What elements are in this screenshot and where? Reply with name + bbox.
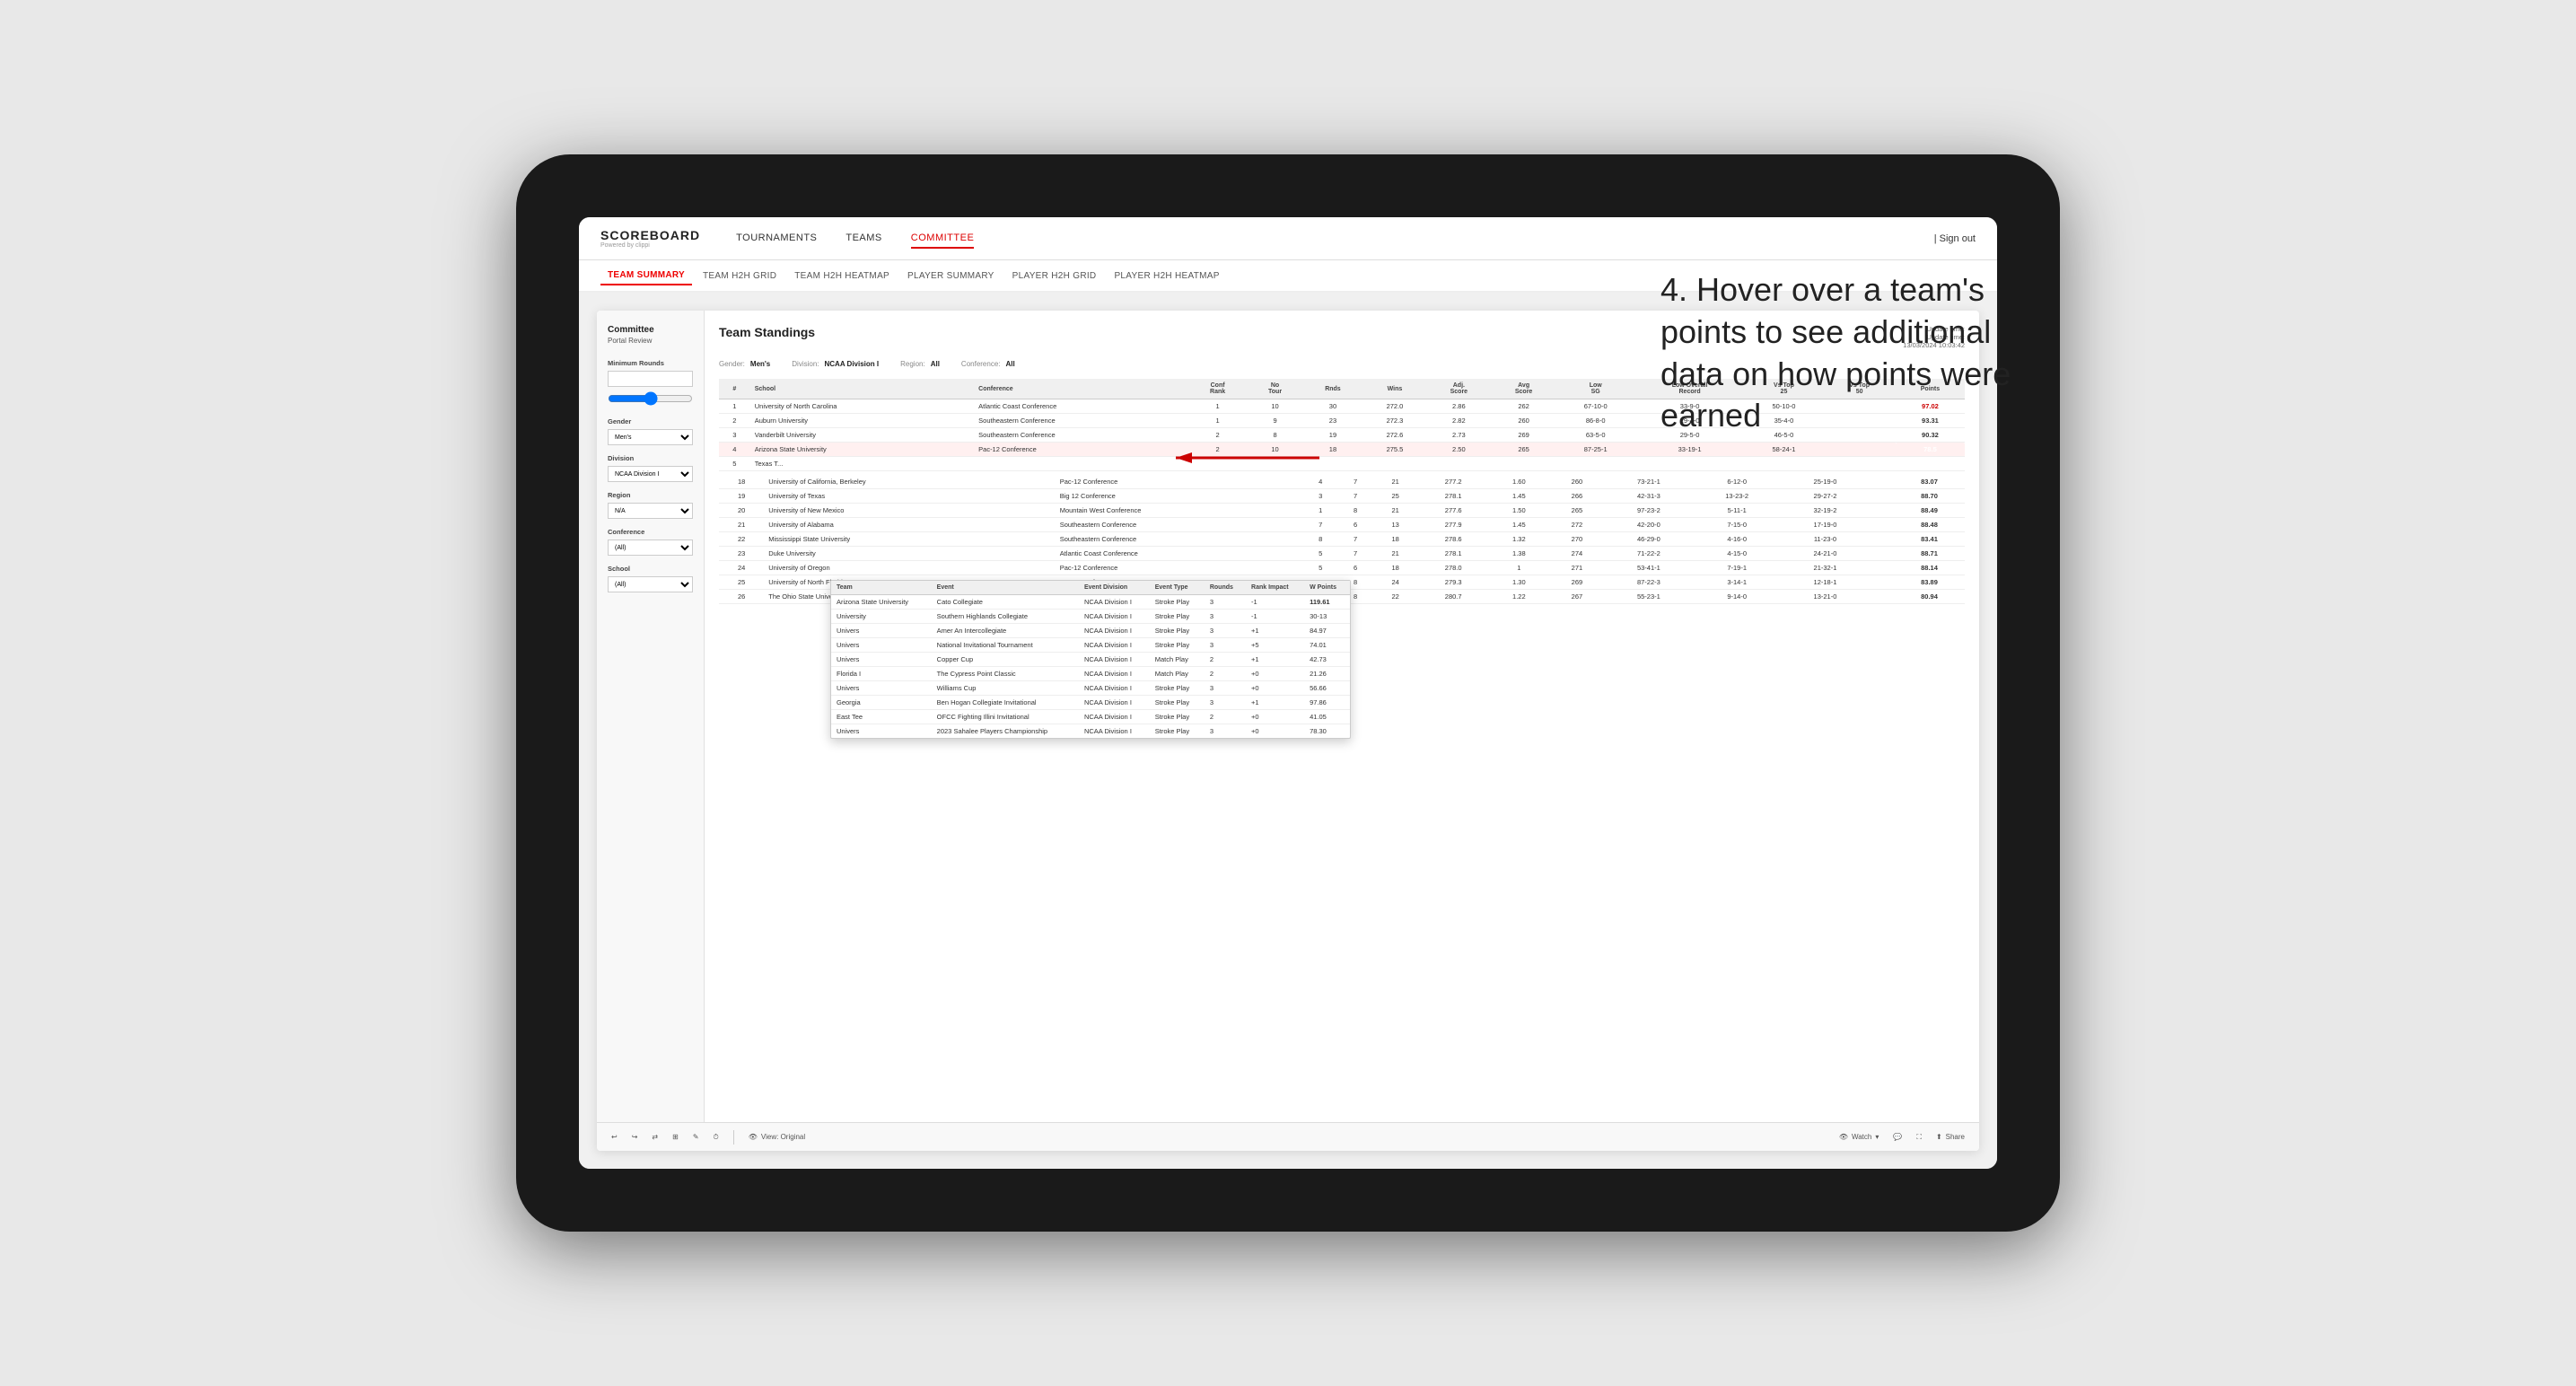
filter-label-gender: Gender xyxy=(608,417,693,425)
table-row: 23 Duke University Atlantic Coast Confer… xyxy=(719,547,1965,561)
report-title: Team Standings xyxy=(719,325,815,339)
points-popup: Team Event Event Division Event Type Rou… xyxy=(830,580,1351,739)
table-row: 20 University of New Mexico Mountain Wes… xyxy=(719,504,1965,518)
subnav-team-h2h-heatmap[interactable]: TEAM H2H HEATMAP xyxy=(787,268,897,285)
sign-out-button[interactable]: | Sign out xyxy=(1934,233,1976,244)
col-no-tour: NoTour xyxy=(1248,379,1302,399)
popup-row: Univers Williams Cup NCAA Division I Str… xyxy=(831,681,1350,696)
col-low-sg: LowSG xyxy=(1556,379,1635,399)
filter-select-gender[interactable]: Men's xyxy=(608,429,693,445)
popup-col-rank-impact: Rank Impact xyxy=(1246,581,1304,595)
nav-teams[interactable]: TEAMS xyxy=(846,229,881,249)
filter-select-conference[interactable]: (All) xyxy=(608,539,693,556)
col-adj-score: Adj.Score xyxy=(1426,379,1491,399)
subnav-player-h2h-grid[interactable]: PLAYER H2H GRID xyxy=(1005,268,1104,285)
sidebar-subtitle: Portal Review xyxy=(608,337,693,345)
toolbar-icon-3[interactable]: ✎ xyxy=(693,1133,699,1141)
filter-select-division[interactable]: NCAA Division I xyxy=(608,466,693,482)
filter-select-school[interactable]: (All) xyxy=(608,576,693,592)
popup-col-event-type: Event Type xyxy=(1150,581,1205,595)
popup-row: Univers National Invitational Tournament… xyxy=(831,638,1350,653)
subnav-player-h2h-heatmap[interactable]: PLAYER H2H HEATMAP xyxy=(1107,268,1226,285)
subnav-player-summary[interactable]: PLAYER SUMMARY xyxy=(900,268,1002,285)
toolbar-icon-4[interactable]: ⏱ xyxy=(714,1133,719,1142)
table-row: 18 University of California, Berkeley Pa… xyxy=(719,475,1965,489)
logo-sub: Powered by clippi xyxy=(600,242,700,249)
filter-label-conference: Conference xyxy=(608,528,693,536)
col-rnds: Rnds xyxy=(1302,379,1362,399)
table-row: 19 University of Texas Big 12 Conference… xyxy=(719,489,1965,504)
top-navigation: SCOREBOARD Powered by clippi TOURNAMENTS… xyxy=(579,217,1997,260)
filter-select-region[interactable]: N/A xyxy=(608,503,693,519)
annotation-text: 4. Hover over a team's points to see add… xyxy=(1660,269,2037,437)
subnav-team-summary[interactable]: TEAM SUMMARY xyxy=(600,267,692,285)
filter-input-min-rounds-2[interactable] xyxy=(608,390,693,407)
popup-row: University Southern Highlands Collegiate… xyxy=(831,610,1350,624)
filter-conference-display: Conference: All xyxy=(961,360,1015,368)
share-button[interactable]: ⬆ Share xyxy=(1936,1133,1965,1141)
filter-label-min-rounds: Minimum Rounds xyxy=(608,359,693,367)
bottom-toolbar: ↩ ↪ ⇄ ⊞ ✎ ⏱ 👁 View: Original 👁 Watch ▾ xyxy=(597,1122,1979,1151)
filter-label-division: Division xyxy=(608,454,693,462)
toolbar-right: 👁 Watch ▾ 💬 ⛶ ⬆ Share xyxy=(1839,1133,1965,1142)
table-row: 5 Texas T... xyxy=(719,457,1965,471)
table-row: 21 University of Alabama Southeastern Co… xyxy=(719,518,1965,532)
nav-tournaments[interactable]: TOURNAMENTS xyxy=(736,229,817,249)
col-conf-rank: ConfRank xyxy=(1187,379,1248,399)
col-wins: Wins xyxy=(1363,379,1427,399)
filter-region-display: Region: All xyxy=(900,360,940,368)
col-school: School xyxy=(750,379,974,399)
share-icon: ⬆ xyxy=(1936,1133,1942,1141)
logo-area: SCOREBOARD Powered by clippi xyxy=(600,228,700,249)
popup-row: Arizona State University Cato Collegiate… xyxy=(831,595,1350,610)
filter-label-school: School xyxy=(608,565,693,573)
undo-button[interactable]: ↩ xyxy=(611,1133,618,1141)
annotation-area: 4. Hover over a team's points to see add… xyxy=(1660,269,2037,437)
popup-col-w-points: W Points xyxy=(1304,581,1350,595)
filter-gender-display: Gender: Men's xyxy=(719,360,770,368)
toolbar-icon-1[interactable]: ⇄ xyxy=(652,1133,658,1141)
popup-row: Univers 2023 Sahalee Players Championshi… xyxy=(831,724,1350,739)
popup-row: Univers Copper Cup NCAA Division I Match… xyxy=(831,653,1350,667)
filter-division-display: Division: NCAA Division I xyxy=(792,360,879,368)
eye-icon: 👁 xyxy=(749,1133,758,1141)
popup-row: Univers Amer An Intercollegiate NCAA Div… xyxy=(831,624,1350,638)
table-row-highlighted: 4 Arizona State University Pac-12 Confer… xyxy=(719,443,1965,457)
table-row: 24 University of Oregon Pac-12 Conferenc… xyxy=(719,561,1965,575)
popup-row: Georgia Ben Hogan Collegiate Invitationa… xyxy=(831,696,1350,710)
redo-button[interactable]: ↪ xyxy=(632,1133,638,1141)
view-original-button[interactable]: 👁 View: Original xyxy=(749,1133,805,1141)
arrow-svg xyxy=(1158,431,1337,485)
col-rank: # xyxy=(719,379,750,399)
watch-icon: 👁 xyxy=(1839,1133,1848,1141)
col-avg-score: AvgScore xyxy=(1491,379,1555,399)
popup-col-event: Event xyxy=(932,581,1079,595)
toolbar-icon-2[interactable]: ⊞ xyxy=(672,1133,679,1141)
filter-label-region: Region xyxy=(608,491,693,499)
popup-col-rounds: Rounds xyxy=(1205,581,1246,595)
popup-table: Team Event Event Division Event Type Rou… xyxy=(831,581,1350,738)
table-row: 22 Mississippi State University Southeas… xyxy=(719,532,1965,547)
popup-row: East Tee OFCC Fighting Illini Invitation… xyxy=(831,710,1350,724)
popup-row: Florida I The Cypress Point Classic NCAA… xyxy=(831,667,1350,681)
logo-text: SCOREBOARD xyxy=(600,228,700,242)
subnav-team-h2h-grid[interactable]: TEAM H2H GRID xyxy=(696,268,784,285)
popup-col-team: Team xyxy=(831,581,932,595)
nav-committee[interactable]: COMMITTEE xyxy=(911,229,975,249)
popup-col-event-division: Event Division xyxy=(1079,581,1150,595)
toolbar-separator xyxy=(733,1130,734,1145)
expand-button[interactable]: ⛶ xyxy=(1916,1133,1922,1142)
nav-links: TOURNAMENTS TEAMS COMMITTEE xyxy=(736,229,1934,249)
sidebar-title: Committee xyxy=(608,325,693,335)
col-conference: Conference xyxy=(974,379,1187,399)
watch-button[interactable]: 👁 Watch ▾ xyxy=(1839,1133,1879,1141)
comment-button[interactable]: 💬 xyxy=(1893,1133,1902,1141)
filter-input-min-rounds[interactable] xyxy=(608,371,693,387)
left-sidebar: Committee Portal Review Minimum Rounds G… xyxy=(597,311,705,1122)
